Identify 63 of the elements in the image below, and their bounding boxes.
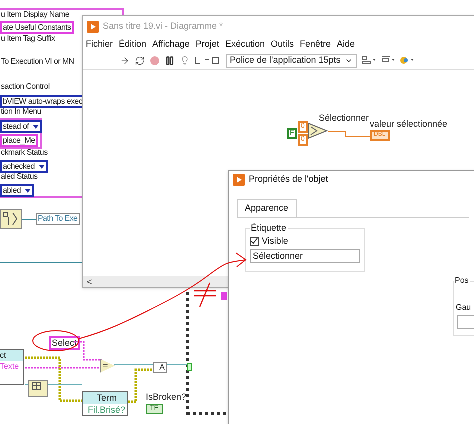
enum-constant: achecked	[0, 160, 48, 173]
diagram-label: tion In Menu	[0, 107, 42, 116]
node-row: ct	[0, 350, 23, 361]
menu-item[interactable]: Exécution	[225, 38, 265, 52]
distribute-icon[interactable]	[380, 56, 395, 65]
node-row-text: Fil.Brisé?	[87, 404, 127, 416]
string-constant: Select	[49, 336, 80, 350]
indicator-label: valeur sélectionnée	[370, 118, 448, 131]
visible-checkbox[interactable]: Visible	[250, 236, 360, 246]
enum-constant: stead of	[0, 120, 42, 133]
tab[interactable]: Apparence	[237, 199, 297, 217]
window-title: Sans titre 19.vi - Diagramme *	[103, 20, 224, 34]
field-label: Gau	[456, 303, 472, 313]
align-icon[interactable]	[362, 56, 376, 65]
lightbulb-icon[interactable]	[180, 56, 190, 66]
app-icon	[87, 21, 99, 33]
menu-item[interactable]: Projet	[196, 38, 220, 52]
enum-constant: abled	[0, 184, 34, 197]
diagram-label: ckmark Status	[0, 148, 48, 157]
string-constant: ate Useful Constants	[0, 21, 74, 34]
pause-icon[interactable]	[165, 56, 175, 66]
broken-wire-mark	[193, 282, 217, 308]
step-icon[interactable]	[195, 56, 221, 65]
node-label: Sélectionner	[319, 112, 370, 125]
table-node-icon	[28, 380, 48, 397]
wire-drawing	[328, 131, 370, 138]
menu-item[interactable]: Fenêtre	[300, 38, 332, 52]
dropdown-arrow-icon	[25, 188, 32, 192]
run-icon[interactable]	[120, 56, 130, 66]
diagram-label: u Item Display Name	[0, 10, 70, 19]
node-title: Term	[83, 392, 127, 404]
diagram-label: To Execution VI or MN	[0, 57, 74, 66]
equal-function: =	[100, 359, 115, 373]
menu-item[interactable]: Affichage	[152, 38, 190, 52]
diagram-label: saction Control	[0, 82, 50, 91]
group-title: Étiquette	[250, 223, 288, 233]
label-text-field[interactable]: Sélectionner	[250, 249, 360, 263]
font-dropdown[interactable]: Police de l'application 15pts	[226, 54, 357, 68]
function-node-icon	[0, 209, 22, 229]
reorder-icon[interactable]	[400, 56, 414, 65]
annotation-ellipse	[31, 329, 81, 353]
menu-item[interactable]: Fichier	[86, 38, 114, 52]
boolean-terminal	[187, 363, 192, 371]
run-continuously-icon[interactable]	[135, 56, 145, 66]
dialog-title: Propriétés de l'objet	[249, 172, 328, 186]
scroll-left-arrow[interactable]: <	[87, 276, 92, 286]
bundle-node: A	[153, 362, 167, 373]
indicator-label: IsBroken?	[146, 392, 187, 402]
node-row-text: Texte	[0, 361, 20, 372]
select-function-icon	[308, 123, 328, 139]
checkbox[interactable]	[250, 236, 259, 246]
menu-item[interactable]: Aide	[337, 38, 356, 52]
app-icon	[233, 174, 245, 186]
group-title: Pos	[454, 276, 470, 286]
path-constant: Path To Exe	[36, 213, 80, 225]
menu-item[interactable]: Outils	[270, 38, 294, 52]
dropdown-arrow-icon	[38, 164, 45, 168]
terminal-icon	[221, 292, 227, 300]
dropdown-arrow-icon	[33, 124, 40, 128]
menu-item[interactable]: Édition	[119, 38, 147, 52]
string-constant: place_Me	[0, 134, 38, 147]
diagram-label: aled Status	[0, 172, 38, 181]
diagram-label: u Item Tag Suffix	[0, 34, 56, 43]
